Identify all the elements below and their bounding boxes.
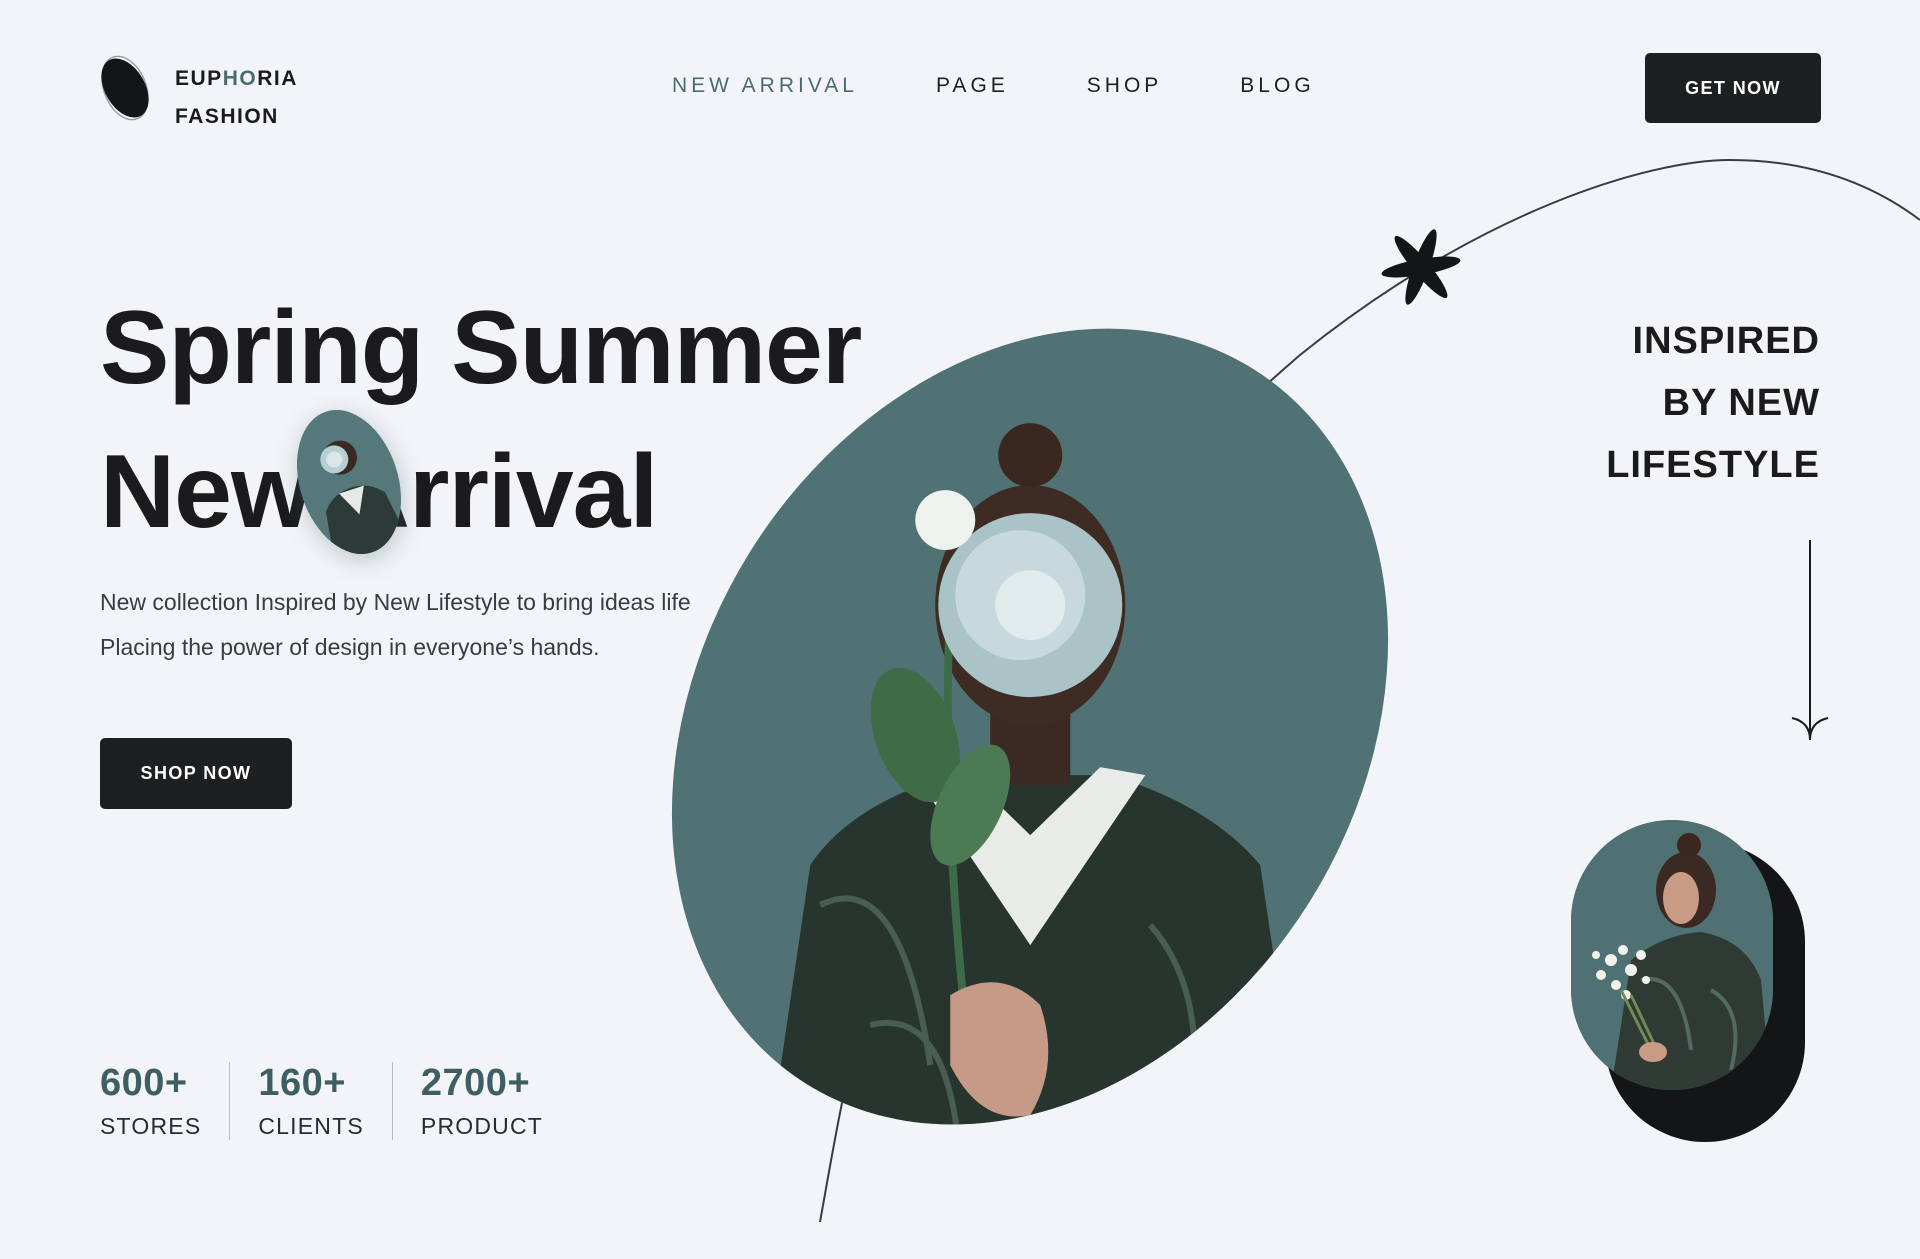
description-line-1: New collection Inspired by New Lifestyle… bbox=[100, 589, 691, 615]
stat-value: 160+ bbox=[258, 1062, 346, 1104]
stat-clients: 160+ CLIENTS bbox=[258, 1062, 393, 1140]
main-nav: NEW ARRIVAL PAGE SHOP BLOG bbox=[672, 74, 1393, 98]
nav-item-blog[interactable]: BLOG bbox=[1240, 74, 1314, 98]
headline-line-1: Spring Summer bbox=[100, 290, 862, 406]
nav-item-new-arrival[interactable]: NEW ARRIVAL bbox=[672, 74, 858, 98]
tagline-line-1: INSPIRED bbox=[1632, 320, 1820, 362]
description-line-2: Placing the power of design in everyone’… bbox=[100, 634, 600, 660]
stat-label: STORES bbox=[100, 1113, 202, 1139]
tagline-line-2: BY NEW bbox=[1662, 382, 1820, 424]
stat-label: PRODUCT bbox=[420, 1113, 544, 1139]
nav-item-shop[interactable]: SHOP bbox=[1087, 74, 1163, 98]
secondary-model-photo bbox=[1571, 820, 1773, 1090]
model-with-bouquet-illustration bbox=[1571, 820, 1773, 1090]
brand-logo[interactable]: EUPHORIA FASHION bbox=[100, 52, 320, 128]
asterisk-icon bbox=[1381, 229, 1461, 305]
inspired-tagline: INSPIRED BY NEW LIFESTYLE bbox=[1606, 310, 1820, 496]
stat-stores: 600+ STORES bbox=[100, 1062, 231, 1140]
stat-value: 600+ bbox=[100, 1062, 188, 1104]
headline-line-2: New Arrival bbox=[100, 434, 658, 550]
stats-row: 600+ STORES 160+ CLIENTS 2700+ PRODUCT bbox=[100, 1062, 599, 1140]
ellipse-logo-icon bbox=[101, 55, 149, 121]
tagline-line-3: LIFESTYLE bbox=[1606, 444, 1820, 486]
get-now-button[interactable]: GET NOW bbox=[1645, 53, 1821, 123]
shop-now-button[interactable]: SHOP NOW bbox=[100, 738, 292, 809]
stat-product: 2700+ PRODUCT bbox=[421, 1062, 571, 1140]
stat-value: 2700+ bbox=[420, 1062, 531, 1104]
nav-item-page[interactable]: PAGE bbox=[936, 74, 1009, 98]
brand-name: EUPHORIA FASHION bbox=[175, 67, 298, 128]
hero-headline: Spring Summer New Arrival bbox=[100, 276, 862, 564]
hero-description: New collection Inspired by New Lifestyle… bbox=[100, 580, 691, 670]
arrow-down-icon[interactable] bbox=[1790, 540, 1830, 745]
stat-label: CLIENTS bbox=[258, 1113, 364, 1139]
